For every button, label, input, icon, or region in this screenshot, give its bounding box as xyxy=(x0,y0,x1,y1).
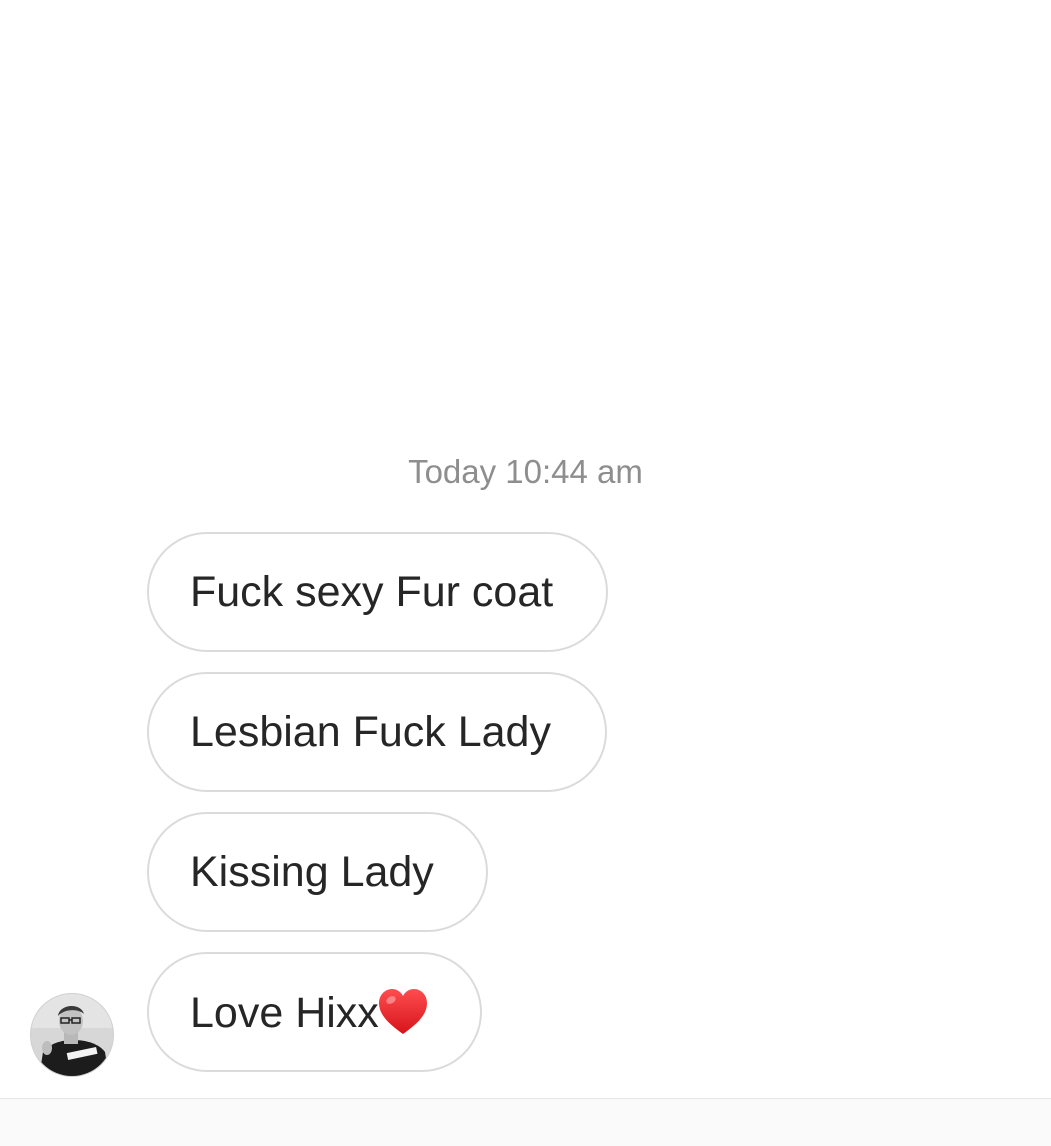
message-text: Fuck sexy Fur coat xyxy=(190,568,554,616)
message-timestamp: Today 10:44 am xyxy=(408,453,643,490)
sender-avatar[interactable] xyxy=(30,993,114,1077)
message-text-content: Love Hixx xyxy=(190,988,379,1037)
message-bubble[interactable]: Lesbian Fuck Lady xyxy=(147,672,607,792)
heart-icon xyxy=(377,987,429,1037)
message-text: Love Hixx xyxy=(190,987,429,1038)
message-bubble[interactable]: Love Hixx xyxy=(147,952,482,1072)
message-bubble[interactable]: Fuck sexy Fur coat xyxy=(147,532,608,652)
message-text: Lesbian Fuck Lady xyxy=(190,708,551,756)
message-bubble[interactable]: Kissing Lady xyxy=(147,812,488,932)
message-composer-bar[interactable] xyxy=(0,1098,1051,1146)
message-thread[interactable]: Today 10:44 am Fuck sexy Fur coat Lesbia… xyxy=(0,0,1051,1098)
message-text: Kissing Lady xyxy=(190,848,434,896)
